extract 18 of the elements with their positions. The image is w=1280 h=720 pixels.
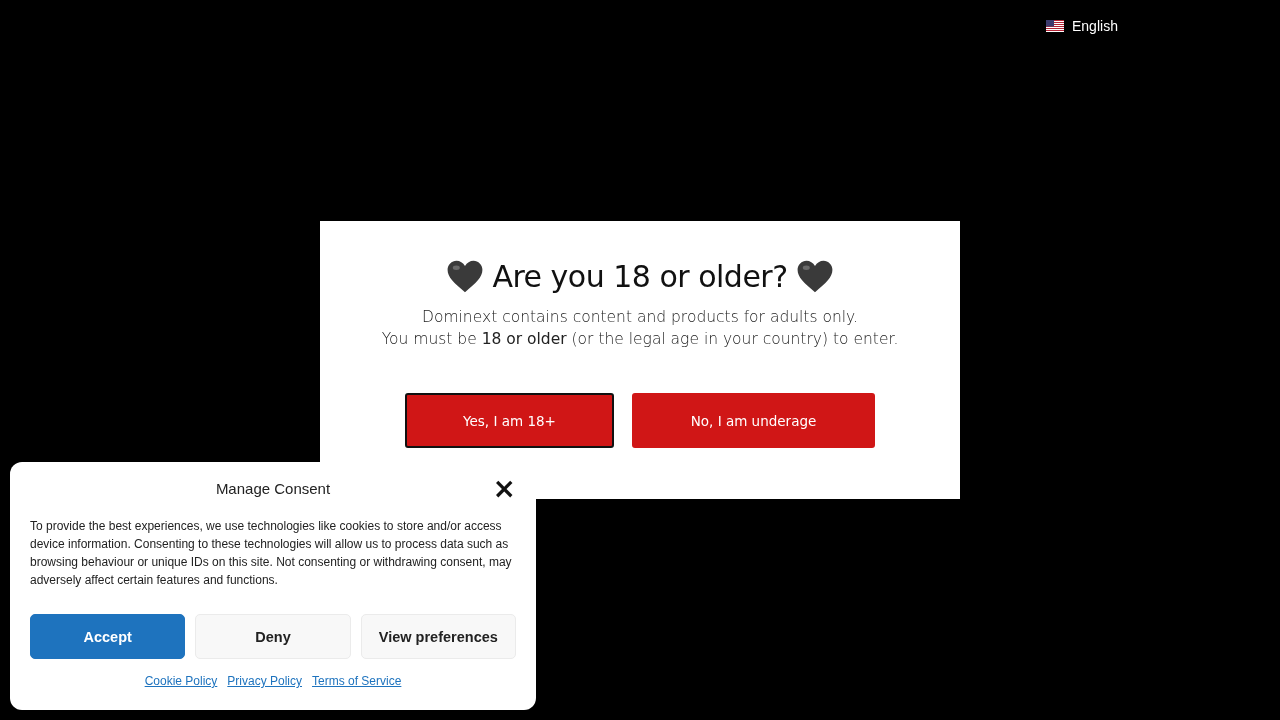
consent-text: To provide the best experiences, we use technologies like cookies to store and/or access device information. Consenting to these technologies will allow us to process data such as browsing behaviour or unique IDs on this site. Not consenting or withdrawing consent, may adversely affect certain features and functions.	[30, 518, 513, 589]
close-button[interactable]: ×	[492, 477, 516, 501]
age-button[interactable]: Yes, I am 18+	[405, 393, 614, 448]
dialog-message: You must be 18 or older (or the legal age in your country) to enter.	[381, 330, 899, 348]
language-label[interactable]: English	[1072, 18, 1118, 34]
policy-link[interactable]: Cookie Policy	[144, 674, 218, 688]
consent-button[interactable]: View preferences	[360, 614, 516, 659]
heart-icon	[446, 259, 485, 294]
age-button[interactable]: No, I am underage	[632, 393, 875, 448]
consent-title: Manage Consent	[215, 480, 331, 497]
dialog-message: Dominext contains content and products for adults only.	[422, 308, 858, 326]
accept-button[interactable]: Accept	[30, 614, 186, 659]
flag-icon[interactable]	[1046, 20, 1064, 32]
policy-link[interactable]: Terms of Service	[312, 674, 402, 688]
heart-icon	[795, 259, 834, 294]
policy-link[interactable]: Privacy Policy	[227, 674, 302, 688]
consent-button[interactable]: Deny	[195, 614, 351, 659]
dialog-title: Are you 18 or older?	[492, 259, 788, 294]
